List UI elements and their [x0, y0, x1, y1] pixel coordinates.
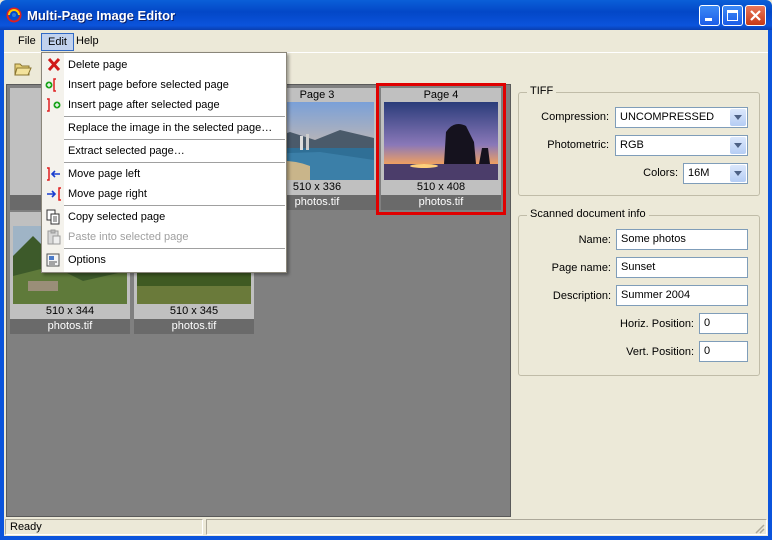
colors-label: Colors: — [643, 167, 678, 179]
name-label: Name: — [578, 234, 611, 246]
menu-item-label: Insert page before selected page — [68, 79, 229, 91]
compression-label: Compression: — [541, 111, 609, 123]
page-dimensions: 510 x 345 — [169, 305, 219, 317]
page-name-label: Page name: — [551, 262, 611, 274]
name-field[interactable]: Some photos — [616, 229, 748, 250]
menu-item-label: Move page right — [68, 188, 147, 200]
menu-item-label: Delete page — [68, 59, 128, 71]
thumbnail-filename: photos.tif — [381, 195, 501, 210]
delete-x-icon — [47, 57, 61, 72]
menu-separator — [64, 205, 285, 206]
menu-separator — [64, 139, 285, 140]
photometric-value: RGB — [620, 139, 644, 151]
status-text: Ready — [5, 519, 203, 535]
menu-bar: File Edit Help — [4, 30, 768, 52]
menu-item-label: Copy selected page — [68, 211, 166, 223]
menu-separator — [64, 162, 285, 163]
menu-item-move-left[interactable]: Move page left — [43, 164, 286, 184]
scanned-info-legend: Scanned document info — [527, 208, 649, 220]
page-dimensions: 510 x 344 — [45, 305, 95, 317]
menu-file[interactable]: File — [12, 33, 42, 51]
move-right-icon — [47, 187, 61, 201]
colors-value: 16M — [688, 167, 710, 179]
chevron-down-icon[interactable] — [730, 109, 746, 126]
menu-item-extract-page[interactable]: Extract selected page… — [43, 141, 286, 161]
chevron-down-icon[interactable] — [730, 165, 746, 182]
horiz-position-field[interactable]: 0 — [699, 313, 748, 334]
resize-grip-icon[interactable] — [753, 522, 765, 534]
app-icon — [6, 7, 22, 23]
minimize-button[interactable] — [699, 5, 720, 26]
menu-item-replace-image[interactable]: Replace the image in the selected page… — [43, 118, 286, 138]
sunset-photo-image — [384, 102, 498, 180]
menu-item-move-right[interactable]: Move page right — [43, 184, 286, 204]
close-button[interactable] — [745, 5, 766, 26]
open-folder-icon — [14, 63, 32, 76]
vert-position-field[interactable]: 0 — [699, 341, 748, 362]
menu-item-label: Replace the image in the selected page… — [68, 122, 273, 134]
open-button[interactable] — [12, 57, 34, 79]
options-icon — [46, 253, 60, 267]
page-title: Page 4 — [423, 89, 459, 101]
menu-item-label: Insert page after selected page — [68, 99, 220, 111]
page-dimensions: 510 x 408 — [416, 181, 466, 193]
menu-item-label: Options — [68, 254, 106, 266]
horiz-position-label: Horiz. Position: — [620, 318, 694, 330]
copy-icon — [46, 209, 60, 225]
paste-icon — [47, 229, 61, 245]
insert-before-icon — [45, 78, 56, 92]
menu-item-options[interactable]: Options — [43, 250, 286, 270]
insert-after-icon — [47, 98, 61, 112]
minimize-icon — [705, 18, 712, 21]
move-left-icon — [47, 167, 60, 181]
thumbnail-filename: photos.tif — [10, 319, 130, 334]
tiff-group: TIFF Compression: UNCOMPRESSED Photometr… — [518, 85, 760, 196]
photometric-select[interactable]: RGB — [615, 135, 748, 156]
close-icon — [750, 10, 761, 21]
window-frame-right — [768, 30, 772, 540]
menu-separator — [64, 116, 285, 117]
window-frame-left — [0, 30, 4, 540]
description-label: Description: — [552, 290, 611, 302]
thumbnail-filename: photos.tif — [134, 319, 254, 334]
chevron-down-icon[interactable] — [730, 137, 746, 154]
compression-select[interactable]: UNCOMPRESSED — [615, 107, 748, 128]
status-panel-2 — [206, 519, 767, 535]
menu-item-label: Move page left — [68, 168, 141, 180]
menu-item-delete-page[interactable]: Delete page — [43, 55, 286, 75]
menu-item-paste-page: Paste into selected page — [43, 227, 286, 247]
menu-help[interactable]: Help — [70, 33, 105, 51]
compression-value: UNCOMPRESSED — [620, 111, 715, 123]
menu-item-label: Paste into selected page — [68, 231, 189, 243]
status-bar: Ready — [4, 518, 768, 536]
menu-separator — [64, 248, 285, 249]
window-title: Multi-Page Image Editor — [27, 8, 176, 23]
maximize-icon — [727, 10, 738, 21]
scanned-info-group: Scanned document info Name: Some photos … — [518, 208, 760, 376]
menu-item-copy-page[interactable]: Copy selected page — [43, 207, 286, 227]
title-bar: Multi-Page Image Editor — [0, 0, 772, 30]
edit-menu-dropdown: Delete page Insert page before selected … — [41, 52, 287, 273]
description-field[interactable]: Summer 2004 — [616, 285, 748, 306]
menu-item-label: Extract selected page… — [68, 145, 185, 157]
photometric-label: Photometric: — [547, 139, 609, 151]
vert-position-label: Vert. Position: — [626, 346, 694, 358]
menu-item-insert-after[interactable]: Insert page after selected page — [43, 95, 286, 115]
colors-select[interactable]: 16M — [683, 163, 748, 184]
window-frame-bottom — [0, 536, 772, 540]
tiff-legend: TIFF — [527, 85, 557, 97]
maximize-button[interactable] — [722, 5, 743, 26]
menu-item-insert-before[interactable]: Insert page before selected page — [43, 75, 286, 95]
page-thumbnail-4-selected[interactable]: Page 4 510 x 408 photos.tif — [376, 83, 506, 215]
page-name-field[interactable]: Sunset — [616, 257, 748, 278]
